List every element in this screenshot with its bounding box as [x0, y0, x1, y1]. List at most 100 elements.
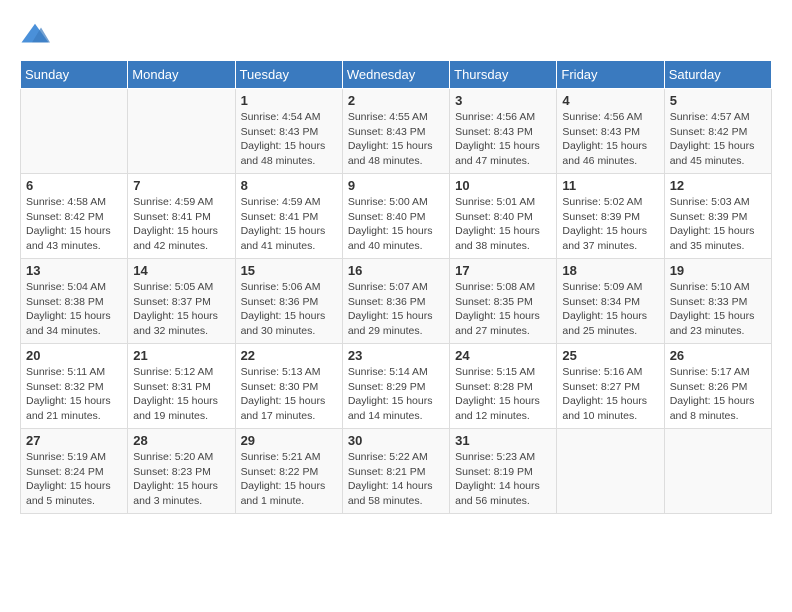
calendar-cell: 7 Sunrise: 4:59 AMSunset: 8:41 PMDaylight…: [128, 174, 235, 259]
day-info: Sunrise: 4:59 AMSunset: 8:41 PMDaylight:…: [241, 195, 337, 254]
day-number: 19: [670, 263, 766, 278]
calendar-cell: 3Sunrise: 4:56 AMSunset: 8:43 PMDaylight…: [450, 89, 557, 174]
calendar-table: SundayMondayTuesdayWednesdayThursdayFrid…: [20, 60, 772, 514]
day-info: Sunrise: 4:57 AMSunset: 8:42 PMDaylight:…: [670, 110, 766, 169]
day-info: Sunrise: 5:08 AMSunset: 8:35 PMDaylight:…: [455, 280, 551, 339]
day-info: Sunrise: 5:13 AMSunset: 8:30 PMDaylight:…: [241, 365, 337, 424]
calendar-header: SundayMondayTuesdayWednesdayThursdayFrid…: [21, 61, 772, 89]
day-info: Sunrise: 5:17 AMSunset: 8:26 PMDaylight:…: [670, 365, 766, 424]
calendar-week-row: 13 Sunrise: 5:04 AMSunset: 8:38 PMDayligh…: [21, 259, 772, 344]
day-info: Sunrise: 5:14 AMSunset: 8:29 PMDaylight:…: [348, 365, 444, 424]
calendar-week-row: 6 Sunrise: 4:58 AMSunset: 8:42 PMDaylight…: [21, 174, 772, 259]
day-info: Sunrise: 5:02 AMSunset: 8:39 PMDaylight:…: [562, 195, 658, 254]
day-info: Sunrise: 5:21 AMSunset: 8:22 PMDaylight:…: [241, 450, 337, 509]
calendar-cell: 10Sunrise: 5:01 AMSunset: 8:40 PMDayligh…: [450, 174, 557, 259]
page-header: [20, 20, 772, 50]
calendar-cell: 20Sunrise: 5:11 AMSunset: 8:32 PMDayligh…: [21, 344, 128, 429]
weekday-header: Sunday: [21, 61, 128, 89]
day-number: 27: [26, 433, 122, 448]
day-number: 20: [26, 348, 122, 363]
day-number: 13: [26, 263, 122, 278]
calendar-cell: 26 Sunrise: 5:17 AMSunset: 8:26 PMDayligh…: [664, 344, 771, 429]
day-info: Sunrise: 5:04 AMSunset: 8:38 PMDaylight:…: [26, 280, 122, 339]
day-info: Sunrise: 5:22 AMSunset: 8:21 PMDaylight:…: [348, 450, 444, 509]
calendar-cell: 2 Sunrise: 4:55 AMSunset: 8:43 PMDaylight…: [342, 89, 449, 174]
day-number: 30: [348, 433, 444, 448]
day-number: 22: [241, 348, 337, 363]
day-info: Sunrise: 5:23 AMSunset: 8:19 PMDaylight:…: [455, 450, 551, 509]
calendar-cell: [21, 89, 128, 174]
day-number: 18: [562, 263, 658, 278]
day-info: Sunrise: 5:19 AMSunset: 8:24 PMDaylight:…: [26, 450, 122, 509]
day-number: 2: [348, 93, 444, 108]
day-info: Sunrise: 5:09 AMSunset: 8:34 PMDaylight:…: [562, 280, 658, 339]
calendar-cell: 12 Sunrise: 5:03 AMSunset: 8:39 PMDayligh…: [664, 174, 771, 259]
calendar-cell: 21 Sunrise: 5:12 AMSunset: 8:31 PMDayligh…: [128, 344, 235, 429]
weekday-header: Saturday: [664, 61, 771, 89]
logo: [20, 20, 54, 50]
day-number: 24: [455, 348, 551, 363]
day-info: Sunrise: 5:07 AMSunset: 8:36 PMDaylight:…: [348, 280, 444, 339]
weekday-header: Thursday: [450, 61, 557, 89]
day-number: 23: [348, 348, 444, 363]
calendar-cell: 6 Sunrise: 4:58 AMSunset: 8:42 PMDaylight…: [21, 174, 128, 259]
day-number: 28: [133, 433, 229, 448]
day-info: Sunrise: 5:10 AMSunset: 8:33 PMDaylight:…: [670, 280, 766, 339]
weekday-header: Wednesday: [342, 61, 449, 89]
calendar-cell: 4 Sunrise: 4:56 AMSunset: 8:43 PMDaylight…: [557, 89, 664, 174]
day-number: 9: [348, 178, 444, 193]
day-info: Sunrise: 5:20 AMSunset: 8:23 PMDaylight:…: [133, 450, 229, 509]
day-number: 15: [241, 263, 337, 278]
calendar-cell: 27 Sunrise: 5:19 AMSunset: 8:24 PMDayligh…: [21, 429, 128, 514]
weekday-header: Monday: [128, 61, 235, 89]
calendar-cell: 11Sunrise: 5:02 AMSunset: 8:39 PMDayligh…: [557, 174, 664, 259]
calendar-cell: 1 Sunrise: 4:54 AMSunset: 8:43 PMDaylight…: [235, 89, 342, 174]
day-number: 14: [133, 263, 229, 278]
calendar-week-row: 27 Sunrise: 5:19 AMSunset: 8:24 PMDayligh…: [21, 429, 772, 514]
calendar-cell: 28 Sunrise: 5:20 AMSunset: 8:23 PMDayligh…: [128, 429, 235, 514]
day-info: Sunrise: 4:59 AMSunset: 8:41 PMDaylight:…: [133, 195, 229, 254]
day-number: 5: [670, 93, 766, 108]
day-number: 10: [455, 178, 551, 193]
day-number: 6: [26, 178, 122, 193]
calendar-cell: 17 Sunrise: 5:08 AMSunset: 8:35 PMDayligh…: [450, 259, 557, 344]
day-number: 1: [241, 93, 337, 108]
calendar-cell: [664, 429, 771, 514]
day-info: Sunrise: 5:16 AMSunset: 8:27 PMDaylight:…: [562, 365, 658, 424]
day-info: Sunrise: 4:58 AMSunset: 8:42 PMDaylight:…: [26, 195, 122, 254]
day-number: 17: [455, 263, 551, 278]
day-info: Sunrise: 4:56 AMSunset: 8:43 PMDaylight:…: [562, 110, 658, 169]
calendar-cell: 25 Sunrise: 5:16 AMSunset: 8:27 PMDayligh…: [557, 344, 664, 429]
day-number: 16: [348, 263, 444, 278]
calendar-cell: 23 Sunrise: 5:14 AMSunset: 8:29 PMDayligh…: [342, 344, 449, 429]
calendar-cell: 14 Sunrise: 5:05 AMSunset: 8:37 PMDayligh…: [128, 259, 235, 344]
calendar-cell: 16 Sunrise: 5:07 AMSunset: 8:36 PMDayligh…: [342, 259, 449, 344]
day-info: Sunrise: 4:56 AMSunset: 8:43 PMDaylight:…: [455, 110, 551, 169]
calendar-cell: [128, 89, 235, 174]
day-number: 7: [133, 178, 229, 193]
calendar-cell: 24Sunrise: 5:15 AMSunset: 8:28 PMDayligh…: [450, 344, 557, 429]
day-number: 12: [670, 178, 766, 193]
day-info: Sunrise: 5:12 AMSunset: 8:31 PMDaylight:…: [133, 365, 229, 424]
calendar-cell: 8 Sunrise: 4:59 AMSunset: 8:41 PMDaylight…: [235, 174, 342, 259]
day-number: 26: [670, 348, 766, 363]
calendar-week-row: 1 Sunrise: 4:54 AMSunset: 8:43 PMDaylight…: [21, 89, 772, 174]
day-number: 21: [133, 348, 229, 363]
day-info: Sunrise: 5:00 AMSunset: 8:40 PMDaylight:…: [348, 195, 444, 254]
day-number: 8: [241, 178, 337, 193]
calendar-cell: 31Sunrise: 5:23 AMSunset: 8:19 PMDayligh…: [450, 429, 557, 514]
day-info: Sunrise: 5:03 AMSunset: 8:39 PMDaylight:…: [670, 195, 766, 254]
calendar-cell: 15 Sunrise: 5:06 AMSunset: 8:36 PMDayligh…: [235, 259, 342, 344]
calendar-cell: [557, 429, 664, 514]
day-info: Sunrise: 4:54 AMSunset: 8:43 PMDaylight:…: [241, 110, 337, 169]
weekday-header: Tuesday: [235, 61, 342, 89]
day-number: 4: [562, 93, 658, 108]
day-info: Sunrise: 4:55 AMSunset: 8:43 PMDaylight:…: [348, 110, 444, 169]
day-number: 29: [241, 433, 337, 448]
day-info: Sunrise: 5:05 AMSunset: 8:37 PMDaylight:…: [133, 280, 229, 339]
calendar-week-row: 20Sunrise: 5:11 AMSunset: 8:32 PMDayligh…: [21, 344, 772, 429]
day-info: Sunrise: 5:06 AMSunset: 8:36 PMDaylight:…: [241, 280, 337, 339]
calendar-cell: 29 Sunrise: 5:21 AMSunset: 8:22 PMDayligh…: [235, 429, 342, 514]
calendar-cell: 9 Sunrise: 5:00 AMSunset: 8:40 PMDaylight…: [342, 174, 449, 259]
day-number: 25: [562, 348, 658, 363]
